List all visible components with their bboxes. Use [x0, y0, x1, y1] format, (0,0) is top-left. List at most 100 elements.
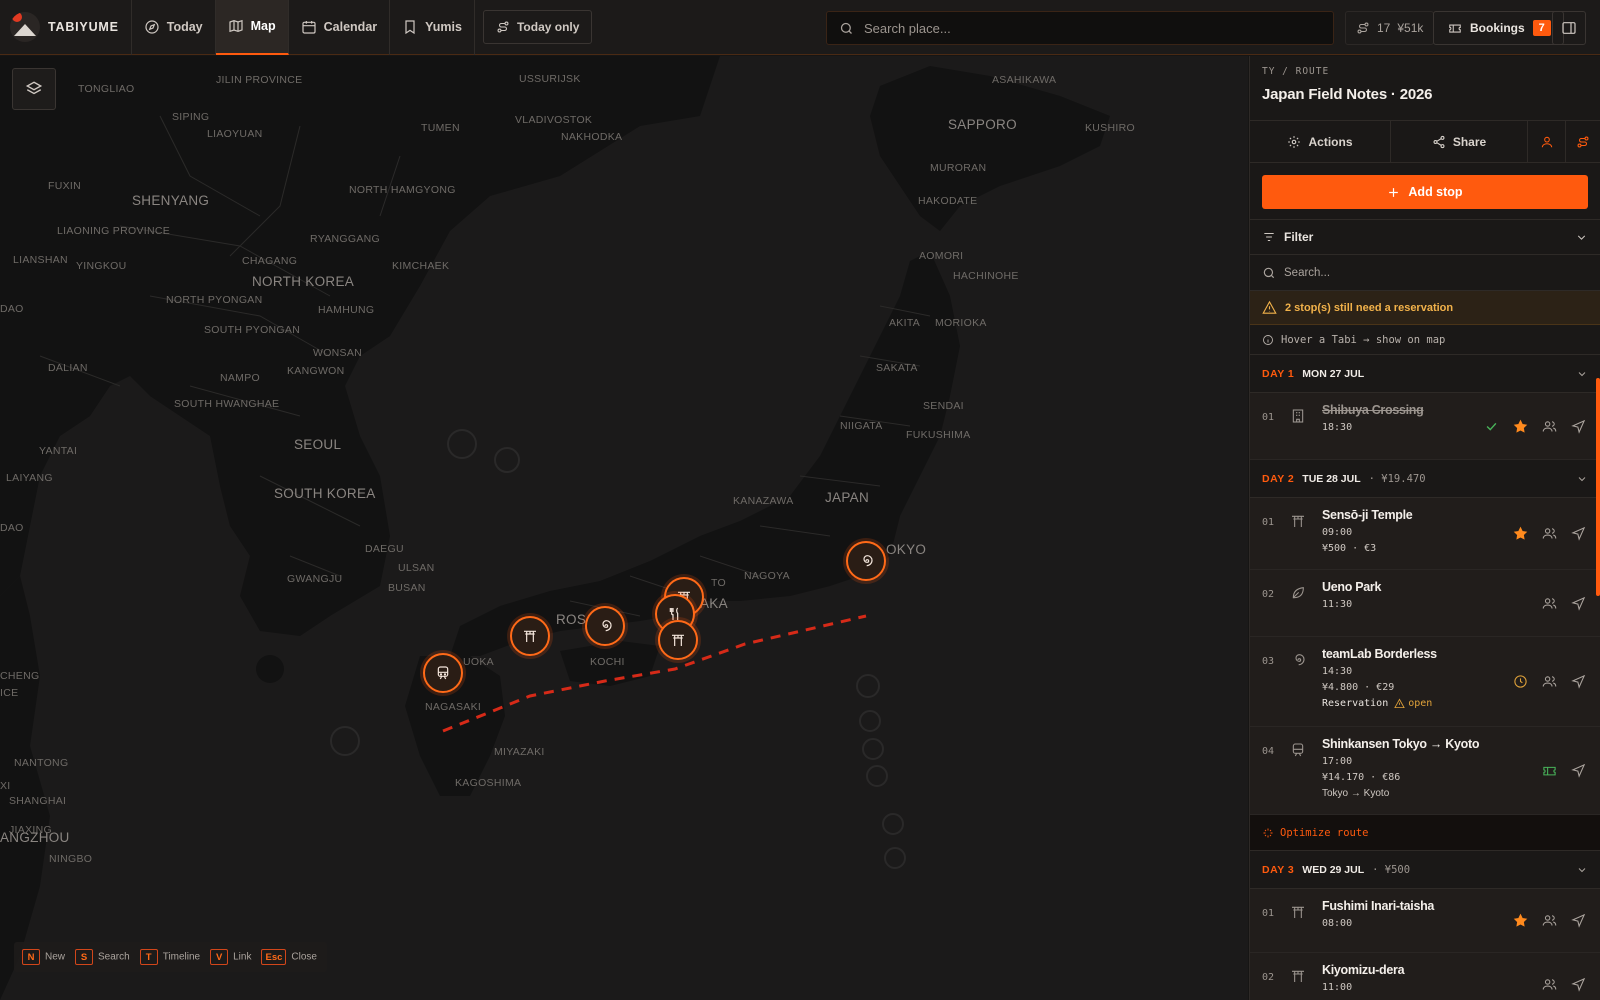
map-hover-hint: Hover a Tabi → show on map — [1250, 325, 1600, 355]
day-date: MON 27 JUL — [1302, 367, 1365, 380]
map-label: DAEGU — [365, 543, 404, 555]
filter-toggle[interactable]: Filter — [1250, 219, 1600, 255]
today-only-toggle[interactable]: Today only — [482, 10, 593, 44]
travellers-button[interactable] — [1528, 121, 1566, 162]
route-icon — [497, 21, 509, 33]
stop-row[interactable]: 02 Kiyomizu-dera 11:00 — [1250, 953, 1600, 1000]
bookmark-icon — [405, 20, 415, 35]
share-icon — [1433, 135, 1445, 148]
stop-row[interactable]: 01 Fushimi Inari-taisha 08:00 — [1250, 889, 1600, 953]
map-label: SHANGHAI — [9, 795, 67, 807]
today-only-label: Today only — [516, 20, 580, 34]
actions-button[interactable]: Actions — [1250, 121, 1391, 162]
sidebar-icon — [1562, 22, 1576, 34]
map-pin-museum[interactable] — [585, 606, 625, 646]
tab-yumis[interactable]: Yumis — [390, 0, 475, 55]
tab-yumis-label: Yumis — [425, 20, 462, 34]
map-label: BUSAN — [388, 582, 426, 594]
map-label: JILIN PROVINCE — [216, 74, 303, 86]
star-icon[interactable] — [1513, 526, 1528, 541]
torii-icon — [672, 634, 684, 646]
map-icon — [229, 19, 243, 33]
place-search[interactable] — [826, 11, 1334, 45]
filter-icon — [1264, 232, 1274, 242]
bookings-button[interactable]: Bookings 7 — [1433, 11, 1564, 45]
navigate-icon[interactable] — [1571, 596, 1586, 611]
layers-icon — [25, 81, 43, 95]
map-label: CHENG — [0, 670, 40, 682]
navigate-icon[interactable] — [1571, 526, 1586, 541]
panel-scrollbar[interactable] — [1596, 378, 1600, 596]
users-icon[interactable] — [1542, 526, 1557, 541]
place-search-input[interactable] — [864, 20, 1304, 36]
route-panel: TY / ROUTE Japan Field Notes · 2026 Acti… — [1249, 56, 1600, 1000]
stop-row[interactable]: 03 teamLab Borderless 14:30 ¥4.800 · €29… — [1250, 637, 1600, 727]
stop-search[interactable] — [1250, 255, 1600, 291]
map-label: NAKHODKA — [561, 131, 623, 143]
navigate-icon[interactable] — [1571, 977, 1586, 992]
map-label: UOKA — [463, 656, 494, 668]
map-canvas[interactable]: TONGLIAO JILIN PROVINCE USSURIJSK SIPING… — [0, 56, 1248, 1000]
map-label: DALIAN — [48, 362, 88, 374]
map-pin-museum[interactable] — [846, 541, 886, 581]
info-icon — [1263, 334, 1273, 345]
toggle-panel-button[interactable] — [1552, 11, 1586, 45]
train-icon — [437, 666, 449, 680]
add-stop-label: Add stop — [1408, 185, 1463, 199]
stop-search-input[interactable] — [1284, 266, 1584, 279]
users-icon[interactable] — [1542, 596, 1557, 611]
torii-icon — [1292, 906, 1304, 918]
map-label: SOUTH PYONGAN — [204, 324, 301, 336]
map-pin-shrine[interactable] — [510, 616, 550, 656]
map-label: NIIGATA — [840, 420, 883, 432]
day-header[interactable]: DAY 2 TUE 28 JUL · ¥19.470 — [1250, 460, 1600, 498]
map-label: TUMEN — [421, 122, 460, 134]
star-icon[interactable] — [1513, 913, 1528, 928]
map-label: VLADIVOSTOK — [515, 114, 593, 126]
calendar-icon — [302, 21, 316, 34]
map-label: NAGASAKI — [425, 701, 482, 713]
ticket-icon[interactable] — [1542, 763, 1557, 778]
users-icon[interactable] — [1542, 419, 1557, 434]
tab-today[interactable]: Today — [132, 0, 216, 55]
share-button[interactable]: Share — [1391, 121, 1528, 162]
spiral-icon — [602, 620, 612, 632]
stop-row[interactable]: 02 Ueno Park 11:30 — [1250, 570, 1600, 637]
users-icon[interactable] — [1542, 674, 1557, 689]
map-label: AKA — [700, 596, 728, 611]
navigate-icon[interactable] — [1571, 674, 1586, 689]
day-header[interactable]: DAY 3 WED 29 JUL · ¥500 — [1250, 851, 1600, 889]
map-label: HACHINOHE — [953, 270, 1019, 282]
optimize-route-button[interactable]: Optimize route — [1250, 815, 1600, 851]
map-label: MURORAN — [930, 162, 987, 174]
clock-icon[interactable] — [1513, 674, 1528, 689]
navigate-icon[interactable] — [1571, 763, 1586, 778]
stop-row[interactable]: 04 Shinkansen Tokyo → Kyoto 17:00 ¥14.17… — [1250, 727, 1600, 815]
stops-count: 17 — [1377, 21, 1391, 35]
add-stop-button[interactable]: Add stop — [1262, 175, 1588, 209]
star-icon[interactable] — [1513, 419, 1528, 434]
tab-calendar[interactable]: Calendar — [289, 0, 391, 55]
map-label: ROS — [556, 612, 587, 627]
map-label: LIAOYUAN — [207, 128, 263, 140]
users-icon[interactable] — [1542, 977, 1557, 992]
route-button[interactable] — [1566, 121, 1600, 162]
chevron-down-icon — [1578, 867, 1586, 872]
stop-row[interactable]: 01 Sensō-ji Temple 09:00 ¥500 · €3 — [1250, 498, 1600, 570]
tab-map[interactable]: Map — [215, 0, 289, 55]
check-icon[interactable] — [1484, 419, 1499, 434]
map-label: HAMHUNG — [318, 304, 375, 316]
reservation-warning: 2 stop(s) still need a reservation — [1250, 291, 1600, 325]
map-label: TO — [711, 577, 726, 589]
navigate-icon[interactable] — [1571, 913, 1586, 928]
map-label: USSURIJSK — [519, 73, 581, 85]
map-pin-shrine[interactable] — [658, 620, 698, 660]
map-pin-train[interactable] — [423, 653, 463, 693]
brand[interactable]: TABIYUME — [0, 0, 132, 55]
day-header[interactable]: DAY 1 MON 27 JUL — [1250, 355, 1600, 393]
navigate-icon[interactable] — [1571, 419, 1586, 434]
users-icon[interactable] — [1542, 913, 1557, 928]
stop-row[interactable]: 01 Shibuya Crossing 18:30 — [1250, 393, 1600, 460]
map-label: JAPAN — [825, 490, 870, 505]
layers-button[interactable] — [12, 68, 56, 110]
